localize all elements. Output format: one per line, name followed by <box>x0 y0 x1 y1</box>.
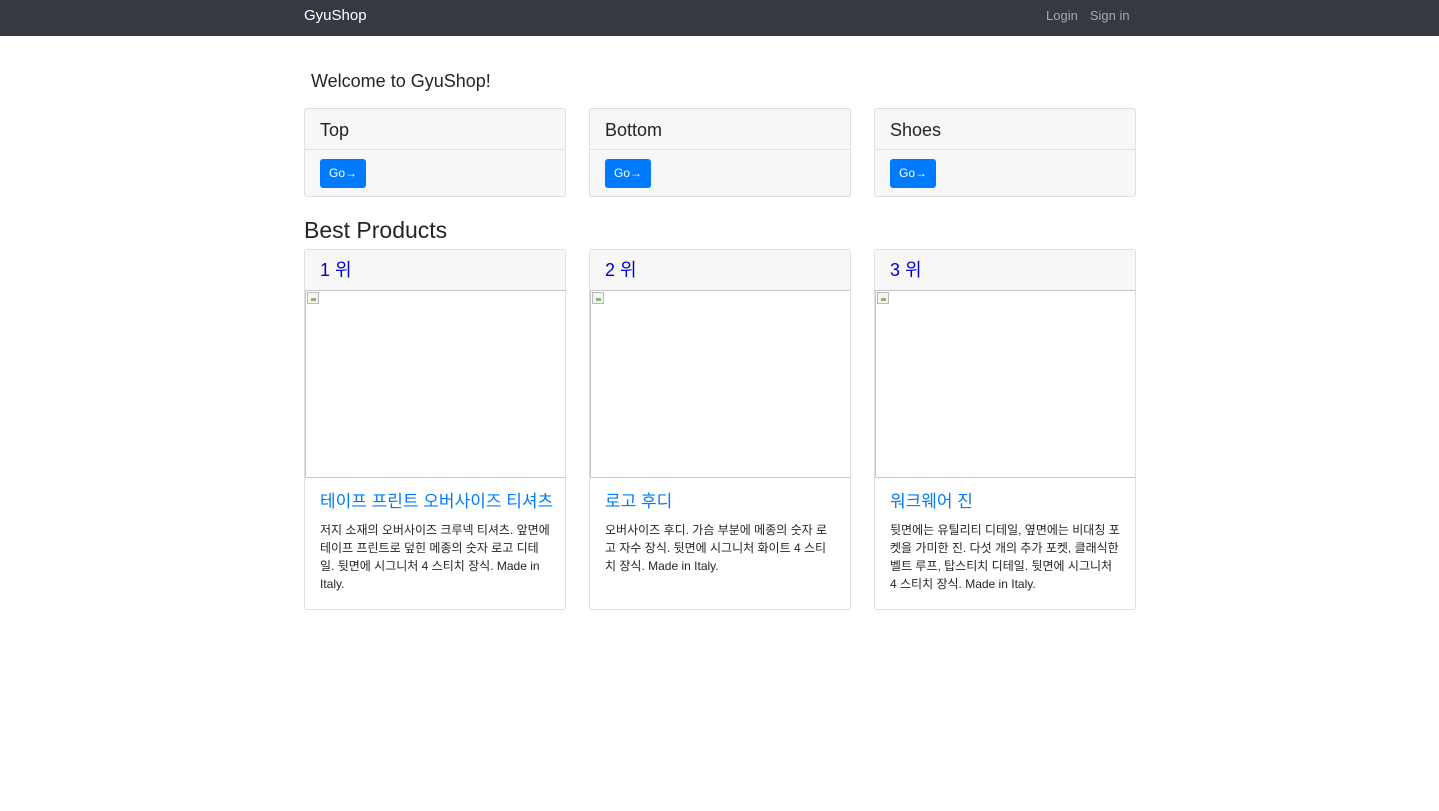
broken-image-icon <box>307 292 319 304</box>
nav-links: Login Sign in <box>1046 7 1130 25</box>
product-description: 오버사이즈 후디. 가슴 부분에 메종의 숫자 로고 자수 장식. 뒷면에 시그… <box>605 523 828 573</box>
best-products-heading: Best Products <box>304 217 448 243</box>
go-bottom-button[interactable]: Go→ <box>605 159 651 188</box>
product-image[interactable] <box>590 290 850 478</box>
product-name-link[interactable]: 워크웨어 진 <box>890 491 1121 513</box>
broken-image-icon <box>592 292 604 304</box>
welcome-heading: Welcome to GyuShop! <box>311 71 491 91</box>
category-title: Shoes <box>875 109 1135 150</box>
product-description: 저지 소재의 오버사이즈 크루넥 티셔츠. 앞면에 테이프 프린트로 덮힌 메종… <box>320 523 550 591</box>
product-image[interactable] <box>305 290 565 478</box>
product-image[interactable] <box>875 290 1135 478</box>
go-top-button[interactable]: Go→ <box>320 159 366 188</box>
category-card-top: Top Go→ <box>304 108 566 197</box>
product-name-link[interactable]: 테이프 프린트 오버사이즈 티셔츠 <box>320 491 553 513</box>
product-card-2: 2 위 로고 후디 오버사이즈 후디. 가슴 부분에 메종의 숫자 로고 자수 … <box>589 249 851 610</box>
product-rank: 3 위 <box>875 250 1135 291</box>
category-title: Bottom <box>590 109 850 150</box>
category-card-bottom: Bottom Go→ <box>589 108 851 197</box>
broken-image-icon <box>877 292 889 304</box>
product-rank: 2 위 <box>590 250 850 291</box>
top-navbar: GyuShop Login Sign in <box>0 0 1439 36</box>
go-shoes-button[interactable]: Go→ <box>890 159 936 188</box>
product-card-1: 1 위 테이프 프린트 오버사이즈 티셔츠 저지 소재의 오버사이즈 크루넥 티… <box>304 249 566 610</box>
product-description: 뒷면에는 유틸리티 디테일, 옆면에는 비대칭 포켓을 가미한 진. 다섯 개의… <box>890 523 1120 591</box>
product-rank: 1 위 <box>305 250 565 291</box>
sign-in-link[interactable]: Sign in <box>1090 7 1130 25</box>
product-body: 워크웨어 진 뒷면에는 유틸리티 디테일, 옆면에는 비대칭 포켓을 가미한 진… <box>890 491 1121 593</box>
product-body: 로고 후디 오버사이즈 후디. 가슴 부분에 메종의 숫자 로고 자수 장식. … <box>605 491 836 575</box>
category-title: Top <box>305 109 565 150</box>
product-name-link[interactable]: 로고 후디 <box>605 491 836 513</box>
category-card-shoes: Shoes Go→ <box>874 108 1136 197</box>
product-body: 테이프 프린트 오버사이즈 티셔츠 저지 소재의 오버사이즈 크루넥 티셔츠. … <box>320 491 553 593</box>
login-link[interactable]: Login <box>1046 7 1078 25</box>
brand-logo-link[interactable]: GyuShop <box>304 6 367 26</box>
product-card-3: 3 위 워크웨어 진 뒷면에는 유틸리티 디테일, 옆면에는 비대칭 포켓을 가… <box>874 249 1136 610</box>
